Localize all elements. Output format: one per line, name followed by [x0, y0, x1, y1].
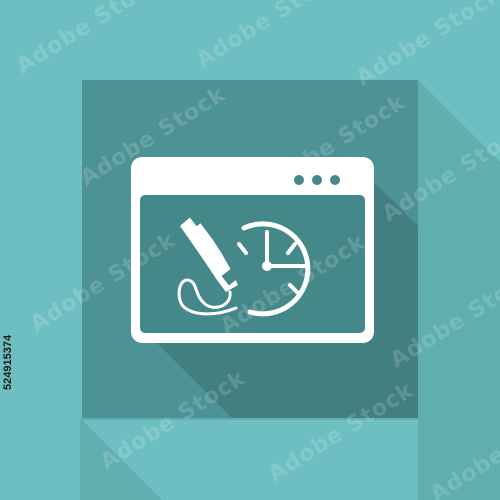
stock-id: 524915374: [2, 334, 14, 390]
stock-image: Adobe Stock Adobe Stock Adobe Stock Adob…: [0, 0, 500, 500]
window-dot: [330, 175, 340, 185]
window-dot: [294, 175, 304, 185]
window-dot: [312, 175, 322, 185]
scene-graphic: [80, 80, 500, 500]
